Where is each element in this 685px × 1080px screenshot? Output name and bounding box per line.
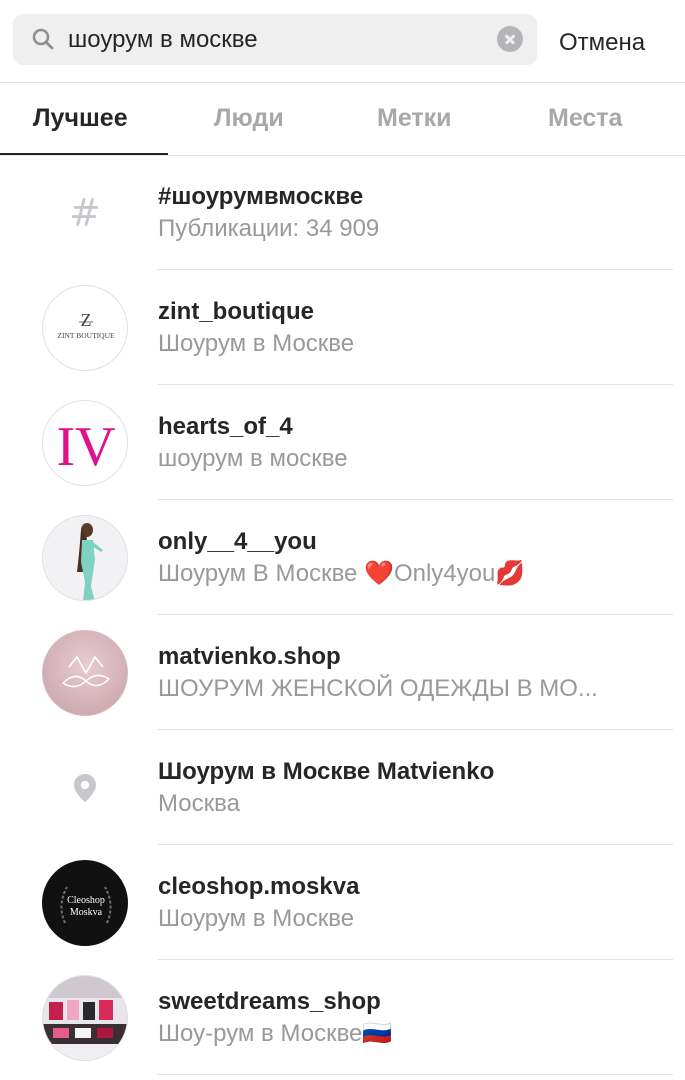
cancel-button[interactable]: Отмена xyxy=(559,28,645,58)
tab-tags[interactable]: Метки xyxy=(377,102,452,134)
location-pin-icon xyxy=(42,745,128,831)
tab-places[interactable]: Места xyxy=(548,102,622,134)
result-row-account[interactable]: sweetdreams_shop Шоу-рум в Москве🇷🇺 xyxy=(0,960,685,1075)
avatar xyxy=(42,975,128,1061)
result-title: #шоурумвмоскве xyxy=(158,183,364,210)
tab-best[interactable]: Лучшее xyxy=(33,102,128,134)
result-row-account[interactable]: IV hearts_of_4 шоурум в москве xyxy=(0,385,685,500)
woman-photo-icon xyxy=(43,516,127,600)
result-subtitle: шоурум в москве xyxy=(158,445,348,472)
svg-text:Moskva: Moskva xyxy=(70,907,103,918)
clear-icon[interactable] xyxy=(497,26,523,52)
store-photo-icon xyxy=(43,976,127,1060)
result-title: cleoshop.moskva xyxy=(158,873,360,900)
result-subtitle: Публикации: 34 909 xyxy=(158,215,380,242)
avatar: IV xyxy=(42,400,128,486)
avatar-logo: IV xyxy=(56,416,115,478)
search-icon xyxy=(32,28,54,50)
tab-people[interactable]: Люди xyxy=(214,102,284,134)
result-row-hashtag[interactable]: # #шоурумвмоскве Публикации: 34 909 xyxy=(0,155,685,270)
avatar-logo: Z xyxy=(81,310,92,330)
monogram-logo-icon xyxy=(43,631,127,715)
result-subtitle: Шоурум в Москве xyxy=(158,330,355,357)
search-tabs: Лучшее Люди Метки Места xyxy=(0,82,685,156)
result-row-account[interactable]: matvienko.shop ШОУРУМ ЖЕНСКОЙ ОДЕЖДЫ В М… xyxy=(0,615,685,730)
result-title: hearts_of_4 xyxy=(158,413,293,440)
row-divider xyxy=(158,1074,673,1075)
result-title: matvienko.shop xyxy=(158,643,341,670)
result-subtitle: Шоу-рум в Москве🇷🇺 xyxy=(158,1020,393,1047)
avatar-text: ZINT BOUTIQUE xyxy=(57,331,115,340)
search-input[interactable]: шоурум в москве xyxy=(68,26,258,54)
result-row-account[interactable]: Z ZINT BOUTIQUE zint_boutique Шоурум в М… xyxy=(0,270,685,385)
result-title: zint_boutique xyxy=(158,298,314,325)
result-subtitle: ШОУРУМ ЖЕНСКОЙ ОДЕЖДЫ В МО... xyxy=(158,675,598,702)
result-row-account[interactable]: only__4__you Шоурум В Москве ❤️Only4you💋 xyxy=(0,500,685,615)
avatar xyxy=(42,515,128,601)
search-bar: шоурум в москве Отмена xyxy=(0,0,685,83)
result-subtitle: Шоурум в Москве xyxy=(158,905,355,932)
avatar xyxy=(42,630,128,716)
result-title: Шоурум в Москве Matvienko xyxy=(158,758,495,785)
result-subtitle: Москва xyxy=(158,790,240,817)
result-row-account[interactable]: Cleoshop Moskva cleoshop.moskva Шоурум в… xyxy=(0,845,685,960)
hashtag-icon: # xyxy=(69,191,101,235)
avatar: Z ZINT BOUTIQUE xyxy=(42,285,128,371)
avatar: Cleoshop Moskva xyxy=(42,860,128,946)
search-field[interactable]: шоурум в москве xyxy=(13,14,537,65)
result-row-place[interactable]: Шоурум в Москве Matvienko Москва xyxy=(0,730,685,845)
result-title: only__4__you xyxy=(158,528,317,555)
result-subtitle: Шоурум В Москве ❤️Only4you💋 xyxy=(158,560,526,587)
result-title: sweetdreams_shop xyxy=(158,988,381,1015)
svg-text:Cleoshop: Cleoshop xyxy=(67,895,105,906)
